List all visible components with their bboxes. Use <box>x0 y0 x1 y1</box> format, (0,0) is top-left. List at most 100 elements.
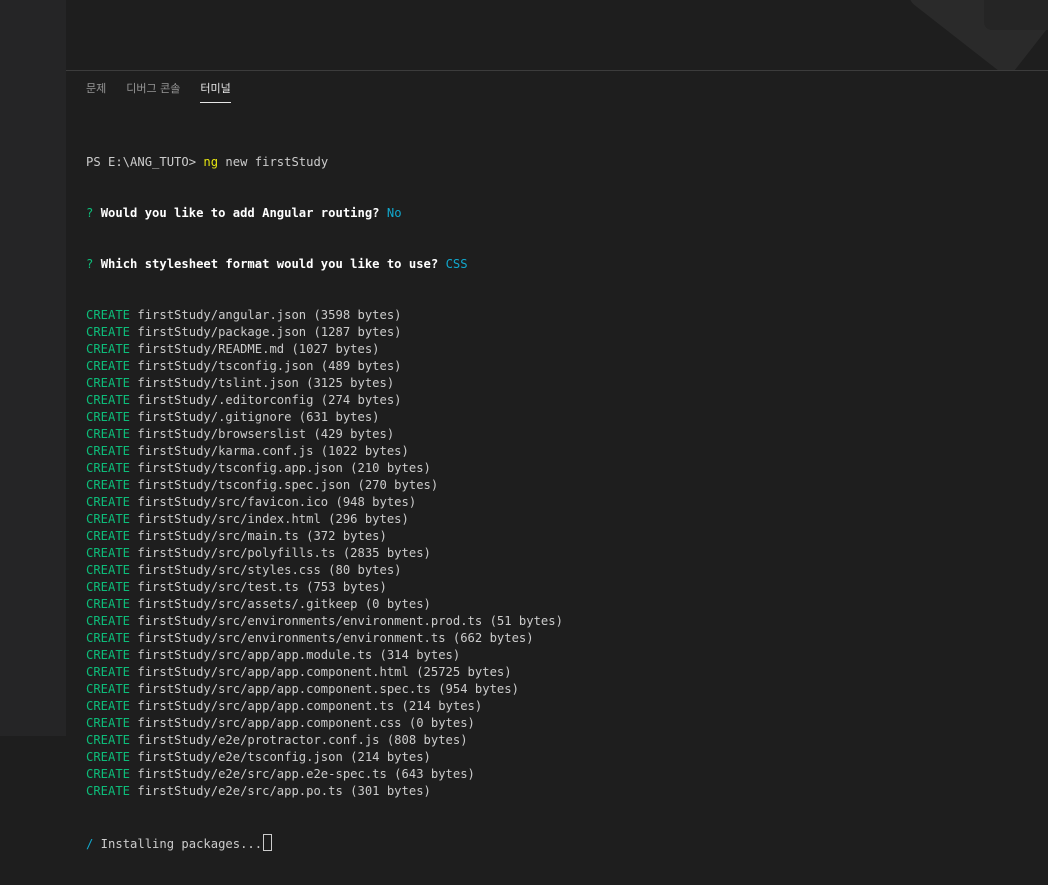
create-label: CREATE <box>86 614 131 628</box>
created-file: firstStudy/src/environments/environment.… <box>137 631 534 645</box>
create-label: CREATE <box>86 342 131 356</box>
terminal-create-line: CREATE firstStudy/src/main.ts (372 bytes… <box>86 528 1038 545</box>
panel-tabs: 문제 디버그 콘솔 터미널 <box>86 81 241 105</box>
terminal-command-line: PS E:\ANG_TUTO> ng new firstStudy <box>86 154 1038 171</box>
create-label: CREATE <box>86 665 131 679</box>
create-label: CREATE <box>86 546 131 560</box>
terminal-create-line: CREATE firstStudy/src/styles.css (80 byt… <box>86 562 1038 579</box>
created-file: firstStudy/src/styles.css (80 bytes) <box>137 563 402 577</box>
terminal-create-line: CREATE firstStudy/src/assets/.gitkeep (0… <box>86 596 1038 613</box>
created-file: firstStudy/src/environments/environment.… <box>137 614 563 628</box>
terminal-create-line: CREATE firstStudy/.editorconfig (274 byt… <box>86 392 1038 409</box>
created-file: firstStudy/src/app/app.component.css (0 … <box>137 716 475 730</box>
created-file: firstStudy/tsconfig.app.json (210 bytes) <box>137 461 431 475</box>
terminal-create-line: CREATE firstStudy/src/app/app.component.… <box>86 664 1038 681</box>
created-file: firstStudy/tsconfig.json (489 bytes) <box>137 359 402 373</box>
question-text: Would you like to add Angular routing? <box>100 206 380 220</box>
created-file: firstStudy/package.json (1287 bytes) <box>137 325 402 339</box>
created-file: firstStudy/e2e/tsconfig.json (214 bytes) <box>137 750 431 764</box>
created-file: firstStudy/.gitignore (631 bytes) <box>137 410 380 424</box>
question-answer: CSS <box>445 257 468 271</box>
terminal-create-line: CREATE firstStudy/src/polyfills.ts (2835… <box>86 545 1038 562</box>
create-label: CREATE <box>86 597 131 611</box>
created-file: firstStudy/e2e/src/app.e2e-spec.ts (643 … <box>137 767 475 781</box>
spinner: / <box>86 837 94 851</box>
create-label: CREATE <box>86 682 131 696</box>
command-name: ng <box>203 155 219 169</box>
vscode-watermark-shadow <box>984 0 1048 30</box>
tab-problems[interactable]: 문제 <box>86 81 116 103</box>
terminal-question-line: ? Would you like to add Angular routing?… <box>86 205 1038 222</box>
terminal-create-line: CREATE firstStudy/src/environments/envir… <box>86 613 1038 630</box>
terminal-create-line: CREATE firstStudy/src/index.html (296 by… <box>86 511 1038 528</box>
tab-terminal[interactable]: 터미널 <box>190 81 240 103</box>
create-label: CREATE <box>86 716 131 730</box>
terminal-create-line: CREATE firstStudy/e2e/src/app.e2e-spec.t… <box>86 766 1038 783</box>
command-args: new firstStudy <box>218 155 329 169</box>
tab-debug-console[interactable]: 디버그 콘솔 <box>116 81 190 103</box>
terminal-create-line: CREATE firstStudy/src/environments/envir… <box>86 630 1038 647</box>
created-file: firstStudy/src/app/app.component.ts (214… <box>137 699 483 713</box>
created-file: firstStudy/src/polyfills.ts (2835 bytes) <box>137 546 431 560</box>
create-label: CREATE <box>86 410 131 424</box>
create-label: CREATE <box>86 308 131 322</box>
terminal-create-line: CREATE firstStudy/src/app/app.module.ts … <box>86 647 1038 664</box>
created-file: firstStudy/tslint.json (3125 bytes) <box>137 376 395 390</box>
created-file: firstStudy/src/favicon.ico (948 bytes) <box>137 495 417 509</box>
create-label: CREATE <box>86 359 131 373</box>
status-text: Installing packages... <box>93 837 263 851</box>
terminal-create-line: CREATE firstStudy/angular.json (3598 byt… <box>86 307 1038 324</box>
created-file: firstStudy/e2e/protractor.conf.js (808 b… <box>137 733 468 747</box>
terminal-create-line: CREATE firstStudy/.gitignore (631 bytes) <box>86 409 1038 426</box>
created-file: firstStudy/README.md (1027 bytes) <box>137 342 380 356</box>
created-file: firstStudy/browserslist (429 bytes) <box>137 427 395 441</box>
question-mark: ? <box>86 206 101 220</box>
create-label: CREATE <box>86 444 131 458</box>
create-lines: CREATE firstStudy/angular.json (3598 byt… <box>86 307 1038 800</box>
terminal-create-line: CREATE firstStudy/src/app/app.component.… <box>86 681 1038 698</box>
terminal-output[interactable]: PS E:\ANG_TUTO> ng new firstStudy ? Woul… <box>86 120 1038 885</box>
terminal-create-line: CREATE firstStudy/e2e/protractor.conf.js… <box>86 732 1038 749</box>
terminal-create-line: CREATE firstStudy/tsconfig.spec.json (27… <box>86 477 1038 494</box>
create-label: CREATE <box>86 478 131 492</box>
create-label: CREATE <box>86 784 131 798</box>
created-file: firstStudy/src/app/app.module.ts (314 by… <box>137 648 461 662</box>
terminal-cursor <box>263 834 273 851</box>
terminal-create-line: CREATE firstStudy/src/favicon.ico (948 b… <box>86 494 1038 511</box>
terminal-create-line: CREATE firstStudy/tsconfig.json (489 byt… <box>86 358 1038 375</box>
terminal-create-line: CREATE firstStudy/package.json (1287 byt… <box>86 324 1038 341</box>
editor-area <box>66 0 1048 70</box>
terminal-create-line: CREATE firstStudy/browserslist (429 byte… <box>86 426 1038 443</box>
create-label: CREATE <box>86 648 131 662</box>
terminal-create-line: CREATE firstStudy/karma.conf.js (1022 by… <box>86 443 1038 460</box>
terminal-prompt: PS E:\ANG_TUTO> <box>86 155 204 169</box>
create-label: CREATE <box>86 750 131 764</box>
create-label: CREATE <box>86 580 131 594</box>
terminal-create-line: CREATE firstStudy/tsconfig.app.json (210… <box>86 460 1038 477</box>
terminal-create-line: CREATE firstStudy/e2e/src/app.po.ts (301… <box>86 783 1038 800</box>
created-file: firstStudy/src/app/app.component.html (2… <box>137 665 512 679</box>
create-label: CREATE <box>86 393 131 407</box>
create-label: CREATE <box>86 495 131 509</box>
activity-bar <box>0 0 66 736</box>
create-label: CREATE <box>86 563 131 577</box>
terminal-create-line: CREATE firstStudy/src/test.ts (753 bytes… <box>86 579 1038 596</box>
created-file: firstStudy/.editorconfig (274 bytes) <box>137 393 402 407</box>
question-answer: No <box>386 206 402 220</box>
created-file: firstStudy/tsconfig.spec.json (270 bytes… <box>137 478 439 492</box>
terminal-create-line: CREATE firstStudy/README.md (1027 bytes) <box>86 341 1038 358</box>
create-label: CREATE <box>86 767 131 781</box>
question-text: Which stylesheet format would you like t… <box>100 257 439 271</box>
create-label: CREATE <box>86 461 131 475</box>
created-file: firstStudy/e2e/src/app.po.ts (301 bytes) <box>137 784 431 798</box>
bottom-panel: 문제 디버그 콘솔 터미널 PS E:\ANG_TUTO> ng new fir… <box>66 70 1048 851</box>
create-label: CREATE <box>86 529 131 543</box>
create-label: CREATE <box>86 631 131 645</box>
create-label: CREATE <box>86 427 131 441</box>
create-label: CREATE <box>86 512 131 526</box>
create-label: CREATE <box>86 325 131 339</box>
terminal-question-line: ? Which stylesheet format would you like… <box>86 256 1038 273</box>
created-file: firstStudy/angular.json (3598 bytes) <box>137 308 402 322</box>
create-label: CREATE <box>86 376 131 390</box>
terminal-create-line: CREATE firstStudy/tslint.json (3125 byte… <box>86 375 1038 392</box>
